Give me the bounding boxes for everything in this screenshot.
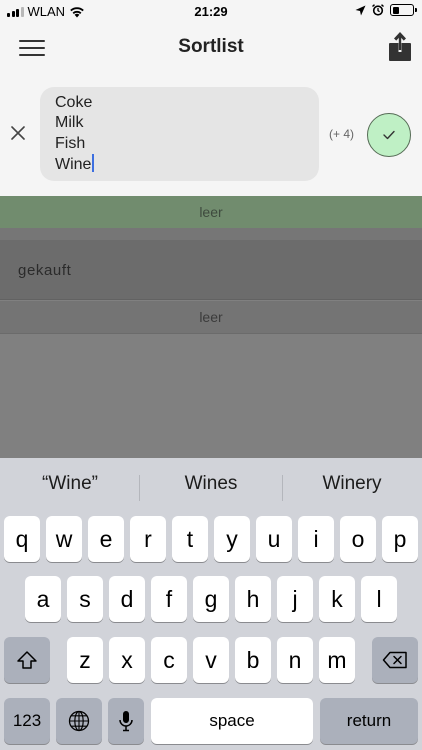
suggestion-item[interactable]: “Wine” — [0, 473, 140, 495]
status-bar: WLAN 21:29 — [0, 0, 422, 24]
key-h[interactable]: h — [235, 576, 271, 622]
key-e[interactable]: e — [88, 516, 124, 562]
alarm-icon — [372, 4, 384, 16]
key-w[interactable]: w — [46, 516, 82, 562]
globe-key[interactable] — [56, 698, 102, 744]
keyboard: “Wine” Wines Winery q w e r t y u i o p … — [0, 458, 422, 750]
key-t[interactable]: t — [172, 516, 208, 562]
dictation-key[interactable] — [108, 698, 144, 744]
textarea-line: Milk — [55, 114, 84, 132]
backspace-icon — [382, 651, 407, 669]
key-s[interactable]: s — [67, 576, 103, 622]
key-j[interactable]: j — [277, 576, 313, 622]
suggestion-bar: “Wine” Wines Winery — [0, 458, 422, 515]
shift-icon — [17, 651, 37, 669]
key-r[interactable]: r — [130, 516, 166, 562]
key-c[interactable]: c — [151, 637, 187, 683]
key-m[interactable]: m — [319, 637, 355, 683]
textarea-line: Coke — [55, 94, 93, 111]
key-x[interactable]: x — [109, 637, 145, 683]
purchased-section-label: gekauft — [18, 262, 72, 279]
app-header: Sortlist — [0, 24, 422, 72]
shopping-list: leer gekauft leer — [0, 196, 422, 458]
page-title: Sortlist — [178, 36, 244, 57]
items-textarea[interactable]: Coke Milk Fish Wine — [40, 87, 319, 181]
backspace-key[interactable] — [372, 637, 418, 683]
key-v[interactable]: v — [193, 637, 229, 683]
location-icon — [355, 5, 366, 15]
key-z[interactable]: z — [67, 637, 103, 683]
suggestion-item[interactable]: Wines — [141, 473, 281, 495]
purchased-empty-placeholder: leer — [0, 301, 422, 334]
key-p[interactable]: p — [382, 516, 418, 562]
purchased-section-header[interactable]: gekauft — [0, 240, 422, 300]
item-input-area: Coke Milk Fish Wine (+ 4) — [0, 72, 422, 196]
key-o[interactable]: o — [340, 516, 376, 562]
status-right — [355, 4, 417, 16]
suggestion-divider — [139, 475, 140, 501]
key-q[interactable]: q — [4, 516, 40, 562]
list-separator — [0, 228, 422, 240]
key-i[interactable]: i — [298, 516, 334, 562]
close-icon[interactable] — [9, 124, 27, 142]
shift-key[interactable] — [4, 637, 50, 683]
globe-icon — [68, 710, 90, 732]
empty-list-placeholder: leer — [0, 196, 422, 228]
key-y[interactable]: y — [214, 516, 250, 562]
textarea-line-current: Wine — [55, 153, 304, 175]
key-k[interactable]: k — [319, 576, 355, 622]
key-g[interactable]: g — [193, 576, 229, 622]
key-b[interactable]: b — [235, 637, 271, 683]
space-key[interactable]: space — [151, 698, 313, 744]
key-f[interactable]: f — [151, 576, 187, 622]
numbers-key[interactable]: 123 — [4, 698, 50, 744]
textarea-line-text: Wine — [55, 155, 92, 173]
text-caret — [92, 153, 95, 172]
key-u[interactable]: u — [256, 516, 292, 562]
checkmark-icon — [383, 130, 395, 140]
suggestion-item[interactable]: Winery — [282, 473, 422, 495]
battery-icon — [390, 4, 417, 16]
confirm-button[interactable] — [367, 113, 411, 157]
key-n[interactable]: n — [277, 637, 313, 683]
key-d[interactable]: d — [109, 576, 145, 622]
share-icon[interactable] — [388, 32, 412, 62]
return-key[interactable]: return — [320, 698, 418, 744]
microphone-icon — [119, 711, 133, 732]
textarea-line: Fish — [55, 134, 86, 152]
new-items-count: (+ 4) — [329, 127, 355, 141]
key-a[interactable]: a — [25, 576, 61, 622]
key-l[interactable]: l — [361, 576, 397, 622]
